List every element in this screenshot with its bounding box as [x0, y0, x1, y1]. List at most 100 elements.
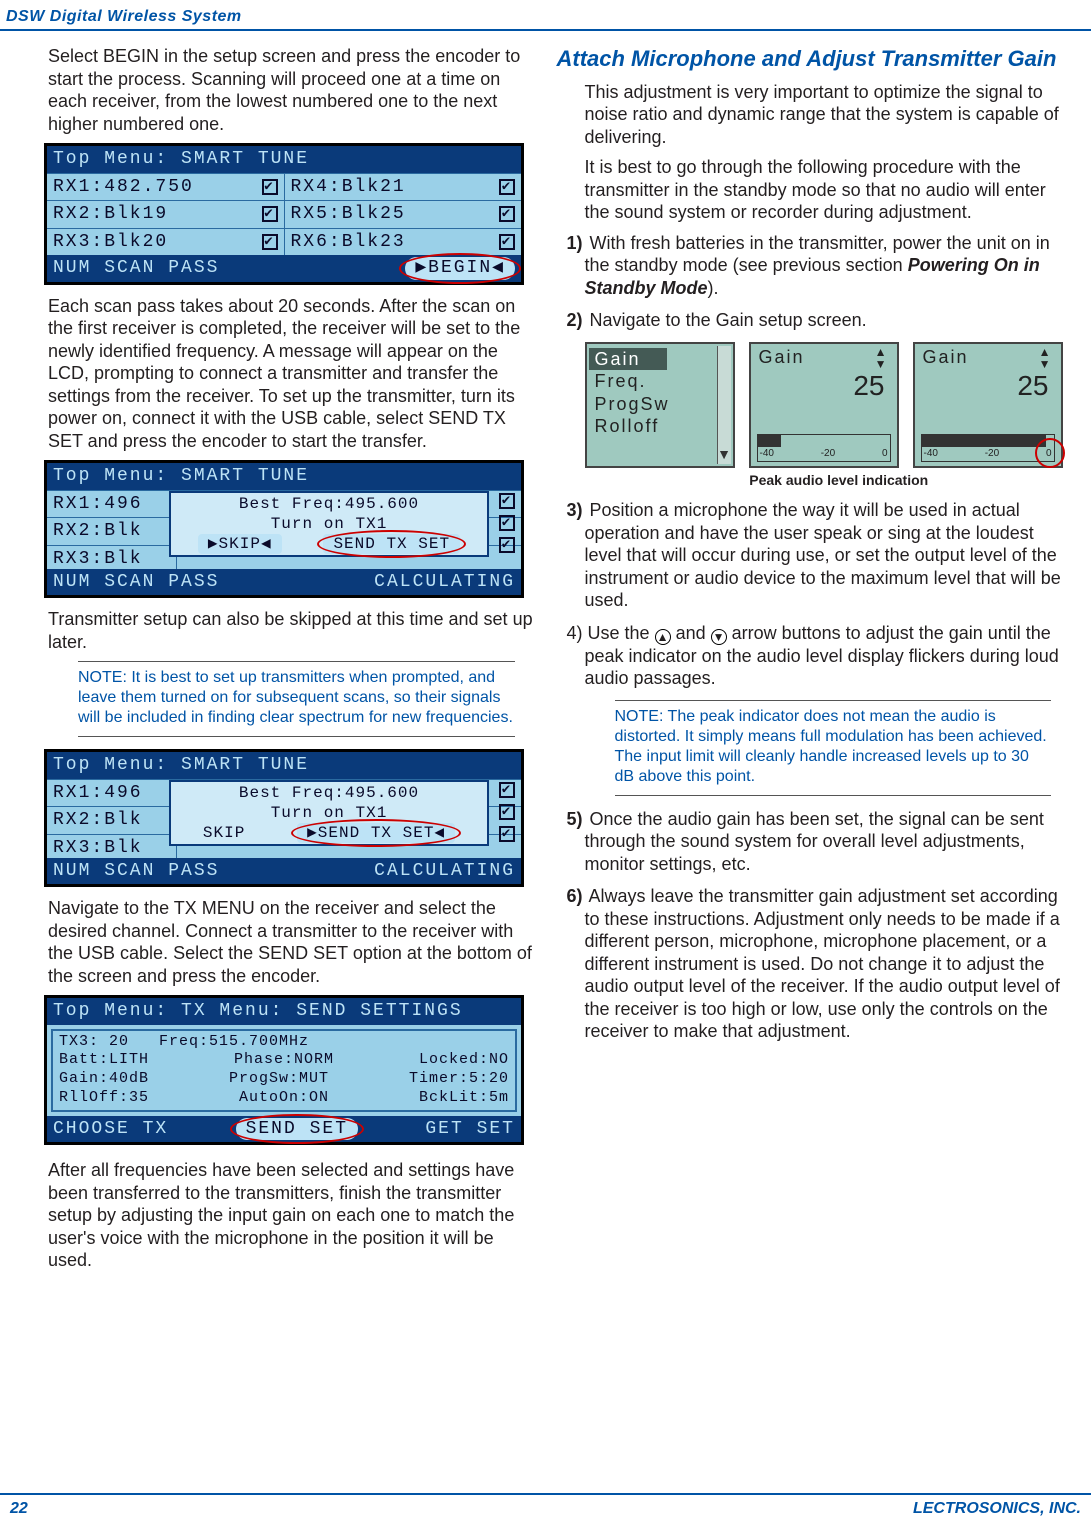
lcd2-skip-button[interactable]: ▶SKIP◀ [198, 534, 282, 554]
right-p1: This adjustment is very important to opt… [585, 81, 1072, 149]
checkbox-icon: ✔ [499, 206, 515, 222]
step-1-text-b: ). [708, 278, 719, 298]
up-arrow-icon: ▲ [655, 629, 671, 645]
step-3-num: 3) [567, 500, 583, 520]
lcd4-send-set-button[interactable]: SEND SET [236, 1118, 358, 1141]
lcd2-rx1: RX1:496 [53, 493, 143, 516]
note-peak: NOTE: The peak indicator does not mean t… [615, 700, 1052, 796]
step-1: 1) With fresh batteries in the transmitt… [585, 232, 1072, 300]
lcd1-r3c1: RX3:Blk20 [53, 231, 168, 254]
tick-0: 0 [1046, 448, 1052, 461]
menu-item-progsw[interactable]: ProgSw [587, 393, 733, 416]
step-6-num: 6) [567, 886, 583, 906]
lcd2-overlay-line2: Turn on TX1 [177, 514, 481, 534]
lcd4-timer: Timer:5:20 [409, 1070, 509, 1089]
step-3: 3) Position a microphone the way it will… [585, 499, 1072, 612]
step-4-text-mid: and [671, 623, 711, 643]
peak-caption: Peak audio level indication [607, 472, 1072, 490]
step-5-text: Once the audio gain has been set, the si… [585, 809, 1044, 874]
checkbox-icon: ✔ [499, 782, 515, 798]
checkbox-icon: ✔ [499, 179, 515, 195]
updown-icon[interactable]: ▲▼ [1039, 346, 1053, 370]
header-title: DSW Digital Wireless System [6, 8, 242, 25]
menu-item-freq[interactable]: Freq. [587, 370, 733, 393]
step-6-text: Always leave the transmitter gain adjust… [585, 886, 1060, 1041]
lcd3-rx1: RX1:496 [53, 782, 143, 805]
page-number: 22 [10, 1499, 28, 1519]
updown-icon[interactable]: ▲▼ [875, 346, 889, 370]
step-4: 4) Use the ▲ and ▼ arrow buttons to adju… [585, 622, 1072, 690]
lcd4-autoon: AutoOn:ON [239, 1089, 329, 1108]
lcd3-rx3: RX3:Blk [53, 837, 143, 860]
gain-menu-screen: Gain Freq. ProgSw Rolloff ▼ [585, 342, 735, 468]
checkbox-icon: ✔ [499, 515, 515, 531]
lcd4-gain-param: Gain:40dB [59, 1070, 149, 1089]
company-name: LECTROSONICS, INC. [913, 1499, 1081, 1519]
lcd3-overlay-line1: Best Freq:495.600 [177, 783, 481, 803]
lcd4-choose-tx[interactable]: CHOOSE TX [53, 1118, 168, 1141]
checkbox-icon: ✔ [499, 493, 515, 509]
lcd2-overlay-line1: Best Freq:495.600 [177, 494, 481, 514]
menu-item-gain[interactable]: Gain [589, 348, 667, 371]
lcd2-foot-right: CALCULATING [374, 571, 515, 594]
lcd-smart-tune-send: Top Menu: SMART TUNE RX1:496 RX2:Blk RX3… [44, 749, 524, 887]
lcd1-r1c2: RX4:Blk21 [291, 176, 406, 199]
lcd4-freq: Freq:515.700MHz [159, 1033, 309, 1052]
lcd3-title: Top Menu: SMART TUNE [47, 752, 521, 779]
lcd1-foot-left: NUM SCAN PASS [53, 257, 219, 280]
audio-meter-peak: -40 -20 0 [921, 434, 1055, 462]
right-p2: It is best to go through the following p… [585, 156, 1072, 224]
lcd4-progsw: ProgSw:MUT [229, 1070, 329, 1089]
gain-value: 25 [751, 368, 897, 403]
content-columns: Select BEGIN in the setup screen and pre… [0, 45, 1091, 1280]
menu-item-rolloff[interactable]: Rolloff [587, 415, 733, 438]
left-p2: Each scan pass takes about 20 seconds. A… [48, 295, 535, 453]
footer: 22 LECTROSONICS, INC. [0, 1493, 1091, 1519]
tick-40: -40 [760, 448, 774, 461]
lcd4-title: Top Menu: TX Menu: SEND SETTINGS [47, 998, 521, 1025]
lcd3-foot-right: CALCULATING [374, 860, 515, 883]
lcd4-tx: TX3: 20 [59, 1033, 129, 1052]
scroll-indicator[interactable]: ▼ [717, 346, 731, 464]
gain-screens-row: Gain Freq. ProgSw Rolloff ▼ Gain ▲▼ 25 -… [585, 342, 1072, 468]
lcd1-begin-button[interactable]: ▶BEGIN◀ [405, 257, 515, 280]
step-4-num: 4) [567, 623, 583, 643]
checkbox-icon: ✔ [499, 234, 515, 250]
note-transmitters: NOTE: It is best to set up transmitters … [78, 661, 515, 737]
step-5: 5) Once the audio gain has been set, the… [585, 808, 1072, 876]
header-bar: DSW Digital Wireless System [0, 0, 1091, 31]
checkbox-icon: ✔ [499, 826, 515, 842]
tick-20: -20 [985, 448, 999, 461]
lcd4-phase: Phase:NORM [234, 1051, 334, 1070]
gain-label: Gain [923, 346, 969, 370]
tick-40: -40 [924, 448, 938, 461]
lcd4-get-set[interactable]: GET SET [425, 1118, 515, 1141]
lcd2-send-tx-set-button[interactable]: SEND TX SET [323, 534, 460, 554]
lcd4-rolloff: RllOff:35 [59, 1089, 149, 1108]
lcd3-foot-left: NUM SCAN PASS [53, 860, 219, 883]
gain-label: Gain [759, 346, 805, 370]
lcd3-send-tx-set-button[interactable]: ▶SEND TX SET◀ [297, 823, 455, 843]
left-column: Select BEGIN in the setup screen and pre… [20, 45, 535, 1280]
step-5-num: 5) [567, 809, 583, 829]
gain-screen-peak: Gain ▲▼ 25 -40 -20 0 [913, 342, 1063, 468]
lcd-smart-tune-skip: Top Menu: SMART TUNE RX1:496 RX2:Blk RX3… [44, 460, 524, 598]
lcd1-r2c1: RX2:Blk19 [53, 203, 168, 226]
tick-20: -20 [821, 448, 835, 461]
lcd1-r1c1: RX1:482.750 [53, 176, 194, 199]
step-6: 6) Always leave the transmitter gain adj… [585, 885, 1072, 1043]
lcd1-r3c2: RX6:Blk23 [291, 231, 406, 254]
lcd3-overlay-line2: Turn on TX1 [177, 803, 481, 823]
step-2-text: Navigate to the Gain setup screen. [585, 310, 867, 330]
lcd-smart-tune-begin: Top Menu: SMART TUNE RX1:482.750✔ RX4:Bl… [44, 143, 524, 285]
step-4-text-pre: Use the [583, 623, 655, 643]
lcd2-rx3: RX3:Blk [53, 548, 143, 571]
lcd4-locked: Locked:NO [419, 1051, 509, 1070]
lcd2-foot-left: NUM SCAN PASS [53, 571, 219, 594]
checkbox-icon: ✔ [499, 537, 515, 553]
checkbox-icon: ✔ [499, 804, 515, 820]
lcd3-skip-button[interactable]: SKIP [203, 823, 245, 843]
step-2: 2) Navigate to the Gain setup screen. [585, 309, 1072, 332]
left-p3: Transmitter setup can also be skipped at… [48, 608, 535, 653]
lcd1-r2c2: RX5:Blk25 [291, 203, 406, 226]
